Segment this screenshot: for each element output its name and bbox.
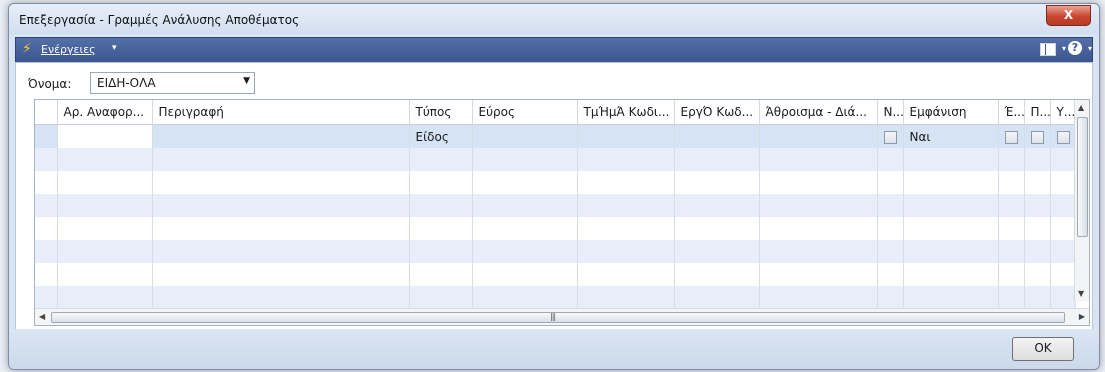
horizontal-scrollbar[interactable]: ◀ ||| ▶ — [35, 308, 1089, 325]
name-value: ΕΙΔΗ-ΟΛΑ — [97, 76, 156, 90]
display-cell[interactable]: Ναι — [903, 124, 999, 148]
help-icon[interactable]: ? — [1068, 41, 1082, 55]
actions-menu[interactable]: Ενέργειες — [41, 43, 96, 56]
action-bar: ⚡ Ενέργειες ▾ ▾ ? ▾ — [15, 37, 1093, 63]
table-cell[interactable] — [57, 124, 153, 148]
column-header[interactable]: Έ... — [998, 100, 1025, 125]
scroll-right-icon[interactable]: ▶ — [1079, 312, 1085, 321]
table-row[interactable]: Είδος Ναι — [35, 124, 1076, 148]
close-button[interactable]: X — [1046, 5, 1091, 26]
checkbox[interactable] — [1030, 130, 1044, 144]
column-header[interactable]: Π... — [1024, 100, 1051, 125]
type-cell[interactable]: Είδος — [409, 124, 473, 148]
vertical-scrollbar[interactable]: ▲ ▼ — [1074, 100, 1089, 301]
table-row[interactable] — [35, 263, 1076, 286]
lines-grid: Αρ. Αναφορ... Περιγραφή Τύπος Εύρος ΤμΉμ… — [34, 99, 1090, 326]
scroll-up-icon[interactable]: ▲ — [1078, 103, 1084, 112]
checkbox-cell[interactable] — [877, 124, 904, 148]
scroll-left-icon[interactable]: ◀ — [39, 312, 45, 321]
lightning-icon: ⚡ — [22, 41, 32, 57]
table-row[interactable] — [35, 194, 1076, 217]
scroll-down-icon[interactable]: ▼ — [1078, 289, 1084, 298]
grip-icon: ||| — [550, 312, 556, 321]
layout-icon[interactable] — [1040, 43, 1056, 56]
column-header[interactable]: ΕργΌ Κωδ... — [674, 100, 760, 125]
column-header[interactable]: Περιγραφή — [152, 100, 410, 125]
column-header[interactable]: Ν... — [877, 100, 904, 125]
row-selector-header — [35, 100, 58, 125]
table-cell[interactable] — [577, 124, 675, 148]
horizontal-scroll-thumb[interactable]: ||| — [51, 312, 1065, 323]
column-header[interactable]: Τύπος — [409, 100, 473, 125]
name-dropdown[interactable]: ΕΙΔΗ-ΟΛΑ ▼ — [90, 72, 255, 94]
row-selector[interactable] — [35, 286, 58, 309]
window-title: Επεξεργασία - Γραμμές Ανάλυσης Αποθέματο… — [19, 13, 300, 27]
table-row[interactable] — [35, 286, 1076, 309]
row-selector[interactable] — [35, 171, 58, 194]
row-selector[interactable] — [35, 240, 58, 263]
column-header[interactable]: Εύρος — [472, 100, 578, 125]
row-selector[interactable] — [35, 263, 58, 286]
checkbox[interactable] — [1056, 130, 1070, 144]
table-cell[interactable] — [472, 124, 578, 148]
table-row[interactable] — [35, 240, 1076, 263]
column-header[interactable]: Αρ. Αναφορ... — [57, 100, 153, 125]
row-selector[interactable] — [35, 217, 58, 240]
row-selector[interactable] — [35, 194, 58, 217]
row-selector[interactable] — [35, 148, 58, 171]
checkbox[interactable] — [1004, 130, 1018, 144]
table-row[interactable] — [35, 148, 1076, 171]
row-selector[interactable] — [35, 124, 58, 148]
table-cell[interactable] — [674, 124, 760, 148]
checkbox-cell[interactable] — [1050, 124, 1076, 148]
checkbox-cell[interactable] — [1024, 124, 1051, 148]
chevron-down-icon[interactable]: ▼ — [243, 76, 250, 86]
chevron-down-icon[interactable]: ▾ — [112, 43, 117, 53]
checkbox-cell[interactable] — [998, 124, 1025, 148]
table-row[interactable] — [35, 171, 1076, 194]
title-bar: Επεξεργασία - Γραμμές Ανάλυσης Αποθέματο… — [9, 4, 1099, 34]
ok-button[interactable]: OK — [1012, 337, 1074, 361]
table-cell[interactable] — [759, 124, 878, 148]
chevron-down-icon[interactable]: ▾ — [1088, 44, 1092, 53]
dialog-window: Επεξεργασία - Γραμμές Ανάλυσης Αποθέματο… — [8, 3, 1100, 370]
footer-bar: OK — [9, 329, 1099, 369]
vertical-scroll-thumb[interactable] — [1077, 117, 1088, 237]
name-label: Όνομα: — [28, 77, 72, 91]
column-header[interactable]: Υ... — [1050, 100, 1076, 125]
column-header[interactable]: Εμφάνιση — [903, 100, 999, 125]
column-header[interactable]: Άθροισμα - Διά... — [759, 100, 878, 125]
content-area: Όνομα: ΕΙΔΗ-ΟΛΑ ▼ Αρ. Αναφορ... Περιγραφ… — [15, 62, 1093, 332]
table-cell[interactable] — [152, 124, 410, 148]
header-row: Αρ. Αναφορ... Περιγραφή Τύπος Εύρος ΤμΉμ… — [35, 100, 1076, 125]
checkbox[interactable] — [883, 130, 897, 144]
chevron-down-icon[interactable]: ▾ — [1062, 44, 1066, 53]
column-header[interactable]: ΤμΉμΆ Κωδι... — [577, 100, 675, 125]
lines-table: Αρ. Αναφορ... Περιγραφή Τύπος Εύρος ΤμΉμ… — [35, 100, 1076, 309]
table-row[interactable] — [35, 217, 1076, 240]
